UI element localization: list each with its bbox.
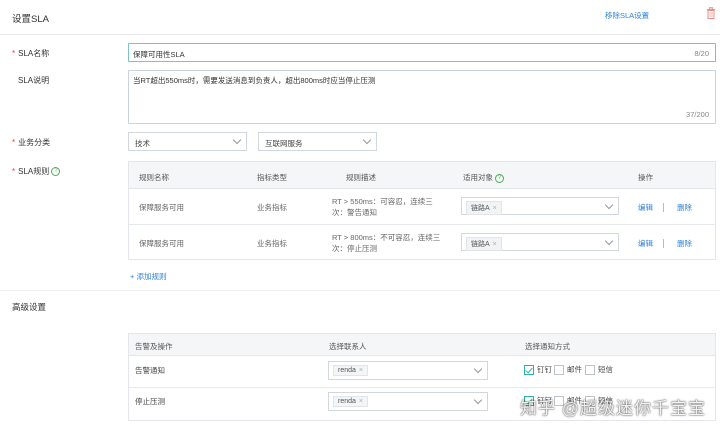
row-divider <box>129 387 715 388</box>
separator <box>663 203 664 212</box>
email-checkbox[interactable] <box>554 365 564 375</box>
rule-desc-line2: 次：警告通知 <box>332 208 377 217</box>
target-tag: 链路A × <box>466 237 502 251</box>
chevron-down-icon <box>604 200 614 210</box>
rule-metric: 业务指标 <box>257 239 287 248</box>
col-contact: 选择联系人 <box>329 342 367 351</box>
dingtalk-checkbox[interactable] <box>524 365 534 375</box>
contact-tag: renda × <box>333 365 368 376</box>
rule-name: 保障服务可用 <box>139 203 184 212</box>
chevron-down-icon <box>473 395 483 405</box>
rules-table: 规则名称 指标类型 规则描述 适用对象 ? 操作 保障服务可用 业务指标 RT … <box>128 161 716 260</box>
close-icon[interactable]: × <box>359 398 363 405</box>
sla-desc-counter: 37/200 <box>686 110 709 119</box>
email-label: 邮件 <box>567 365 582 374</box>
chevron-down-icon <box>604 236 614 246</box>
rule-name: 保障服务可用 <box>139 239 184 248</box>
rule-desc-line1: RT > 550ms：可容忍，连续三 <box>332 197 433 206</box>
sla-desc-value: 当RT超出550ms时，需要发送消息到负责人，超出800ms时应当停止压测 <box>133 76 376 85</box>
rule-desc-line2: 次：停止压测 <box>332 244 377 253</box>
separator <box>663 239 664 248</box>
category-label: * 业务分类 <box>12 138 51 147</box>
category-select-1[interactable]: 技术 <box>128 132 247 151</box>
rule-target-select[interactable]: 链路A × <box>461 197 619 215</box>
rule-target-select[interactable]: 链路A × <box>461 233 619 251</box>
contact-tag: renda × <box>333 396 368 407</box>
header-divider <box>0 34 720 35</box>
target-tag: 链路A × <box>466 201 502 215</box>
chevron-down-icon <box>473 364 483 374</box>
category-select-2[interactable]: 互联网服务 <box>258 132 377 151</box>
sla-desc-label: SLA说明 <box>18 76 50 85</box>
category-select-2-value: 互联网服务 <box>265 139 303 148</box>
rule-desc-line1: RT > 800ms：不可容忍，连续三 <box>332 233 441 242</box>
rules-table-header: 规则名称 指标类型 规则描述 适用对象 ? 操作 <box>129 162 715 189</box>
sms-label: 短信 <box>598 365 613 374</box>
edit-link[interactable]: 编辑 <box>638 202 653 213</box>
sla-desc-textarea[interactable]: 当RT超出550ms时，需要发送消息到负责人，超出800ms时应当停止压测 37… <box>128 70 716 124</box>
sla-name-value: 保障可用性SLA <box>133 50 185 59</box>
advanced-table-header: 告警及操作 选择联系人 选择通知方式 <box>129 334 715 356</box>
close-icon[interactable]: × <box>359 367 363 374</box>
action-name: 告警通知 <box>135 366 165 375</box>
trash-icon[interactable] <box>706 7 716 19</box>
edit-link[interactable]: 编辑 <box>638 238 653 249</box>
col-metric-type: 指标类型 <box>257 173 287 182</box>
sla-rules-label: * SLA规则 ? <box>12 166 61 177</box>
page-title: 设置SLA <box>12 14 49 25</box>
close-icon[interactable]: × <box>493 205 497 212</box>
category-select-1-value: 技术 <box>135 139 150 148</box>
row-divider <box>129 224 715 225</box>
advanced-settings-title: 高级设置 <box>12 302 47 312</box>
section-divider <box>0 290 720 291</box>
action-name: 停止压测 <box>135 397 165 406</box>
sms-checkbox[interactable] <box>585 365 595 375</box>
remove-sla-link[interactable]: 移除SLA设置 <box>605 10 649 21</box>
contact-select[interactable]: renda × <box>328 392 488 411</box>
col-action: 告警及操作 <box>135 342 173 351</box>
delete-link[interactable]: 删除 <box>677 202 692 213</box>
chevron-down-icon <box>362 135 372 145</box>
col-notify: 选择通知方式 <box>525 342 570 351</box>
sla-name-counter: 8/20 <box>694 49 709 58</box>
col-rule-desc: 规则描述 <box>346 173 376 182</box>
help-icon[interactable]: ? <box>51 167 61 177</box>
delete-link[interactable]: 删除 <box>677 238 692 249</box>
col-rule-name: 规则名称 <box>139 173 169 182</box>
col-target: 适用对象 ? <box>463 172 505 183</box>
help-icon[interactable]: ? <box>495 173 505 183</box>
sla-name-input[interactable]: 保障可用性SLA 8/20 <box>128 43 716 62</box>
contact-select[interactable]: renda × <box>328 361 488 380</box>
chevron-down-icon <box>232 135 242 145</box>
close-icon[interactable]: × <box>493 241 497 248</box>
col-ops: 操作 <box>638 173 653 182</box>
watermark: 知乎 @超级迷你千宝宝 <box>520 399 706 418</box>
sla-name-label: * SLA名称 <box>12 49 50 58</box>
add-rule-button[interactable]: + 添加规则 <box>130 271 166 282</box>
rule-metric: 业务指标 <box>257 203 287 212</box>
dingtalk-label: 钉钉 <box>537 365 552 374</box>
